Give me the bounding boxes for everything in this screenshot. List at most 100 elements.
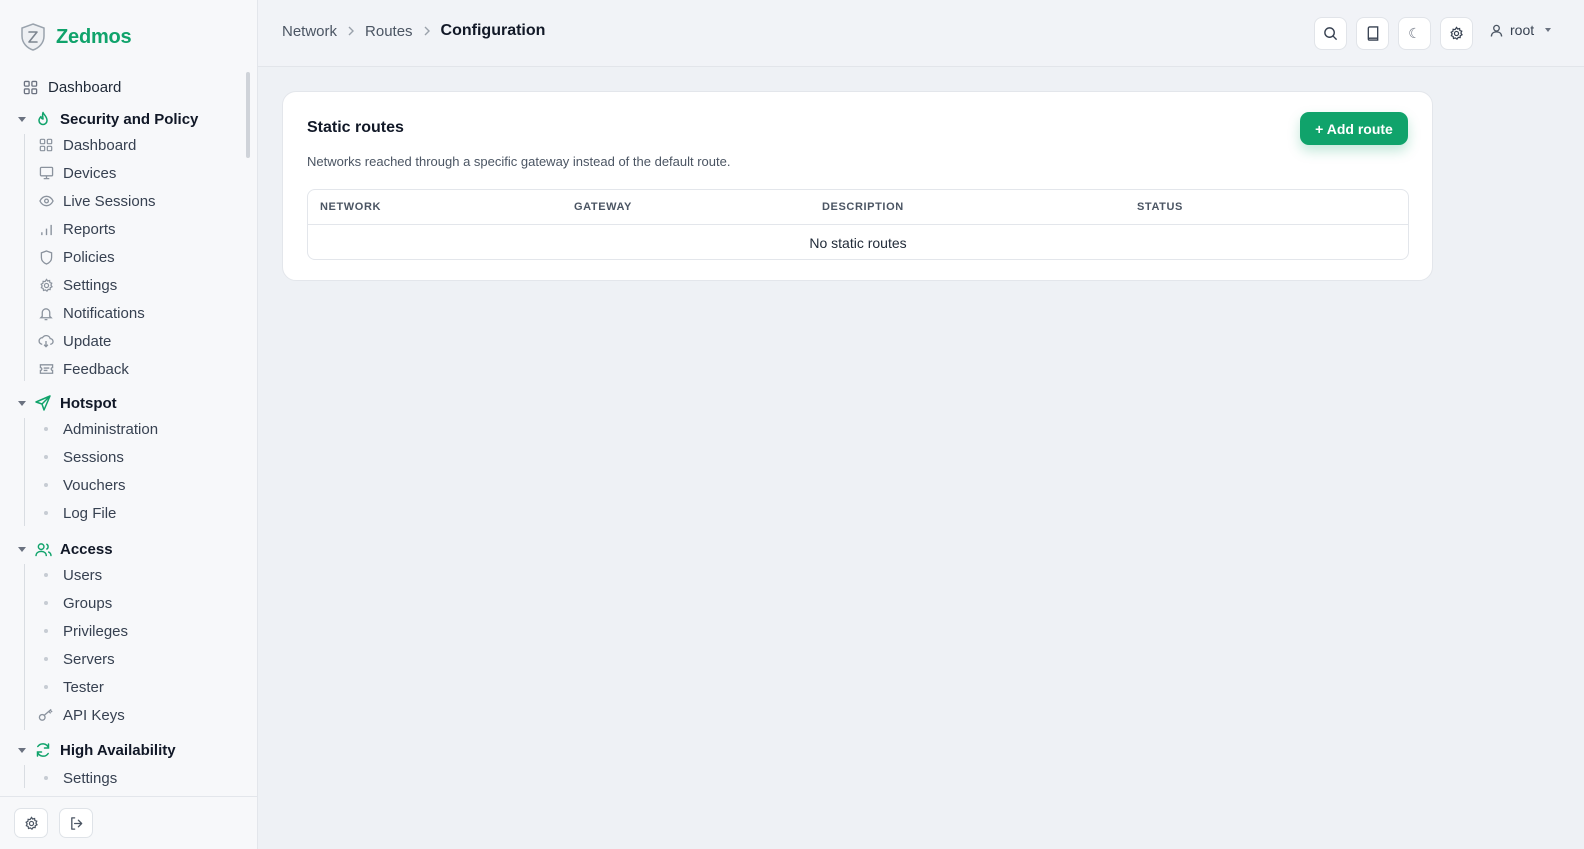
- group-line: [24, 134, 25, 381]
- search-button[interactable]: [1314, 17, 1347, 50]
- book-icon: [1367, 26, 1378, 41]
- sidebar-item-policies[interactable]: Policies: [38, 244, 238, 270]
- sidebar-item-label: Sessions: [63, 448, 124, 466]
- section-hotspot[interactable]: Hotspot: [14, 389, 244, 417]
- docs-button[interactable]: [1356, 17, 1389, 50]
- user-icon: [1490, 24, 1503, 37]
- sidebar-item-label: Settings: [63, 769, 118, 787]
- brand[interactable]: Zedmos: [20, 22, 132, 52]
- cloud-download-icon: [38, 333, 54, 349]
- logout-button[interactable]: [59, 808, 93, 838]
- sidebar-item-label: Users: [63, 566, 103, 584]
- bullet-icon: [38, 685, 54, 689]
- sidebar: Zedmos Dashboard Security and Policy Das…: [0, 0, 258, 849]
- group-line: [24, 765, 25, 788]
- sidebar-item-administration[interactable]: Administration: [38, 416, 238, 442]
- table-header: NETWORK GATEWAY DESCRIPTION STATUS: [308, 190, 1408, 225]
- ticket-icon: [38, 361, 54, 377]
- sidebar-item-label: Privileges: [63, 622, 129, 640]
- sidebar-item-sessions[interactable]: Sessions: [38, 444, 238, 470]
- sidebar-item-label: Notifications: [63, 304, 145, 322]
- users-icon: [34, 540, 52, 558]
- send-icon: [34, 394, 52, 412]
- sidebar-item-log-file[interactable]: Log File: [38, 500, 238, 526]
- sidebar-item-servers[interactable]: Servers: [38, 646, 238, 672]
- section-security-and-policy[interactable]: Security and Policy: [14, 105, 244, 133]
- column-header-gateway[interactable]: GATEWAY: [574, 201, 632, 213]
- moon-icon: ☾: [1408, 25, 1421, 41]
- sidebar-item-vouchers[interactable]: Vouchers: [38, 472, 238, 498]
- section-high-availability[interactable]: High Availability: [14, 736, 244, 764]
- sidebar-item-update[interactable]: Update: [38, 328, 238, 354]
- chevron-down-icon: [18, 400, 26, 406]
- gear-icon: [1450, 26, 1463, 40]
- sidebar-item-ha-settings[interactable]: Settings: [38, 765, 238, 788]
- header-settings-button[interactable]: [1440, 17, 1473, 50]
- bullet-icon: [38, 629, 54, 633]
- add-route-button[interactable]: + Add route: [1300, 112, 1408, 145]
- user-menu[interactable]: root: [1490, 22, 1552, 38]
- sidebar-item-tester[interactable]: Tester: [38, 674, 238, 700]
- page-title: Configuration: [440, 22, 546, 39]
- sidebar-item-label: Policies: [63, 248, 115, 266]
- chevron-down-icon: [18, 747, 26, 753]
- section-title: Security and Policy: [60, 110, 199, 128]
- settings-button[interactable]: [14, 808, 48, 838]
- sidebar-item-users[interactable]: Users: [38, 562, 238, 588]
- bullet-icon: [38, 776, 54, 780]
- key-icon: [38, 707, 54, 723]
- sidebar-item-label: Dashboard: [48, 78, 122, 96]
- sidebar-item-reports[interactable]: Reports: [38, 216, 238, 242]
- sidebar-item-label: Update: [63, 332, 112, 350]
- card-description: Networks reached through a specific gate…: [307, 154, 731, 169]
- section-access[interactable]: Access: [14, 535, 244, 563]
- breadcrumb: Network Routes Configuration: [282, 22, 545, 40]
- sidebar-item-feedback[interactable]: Feedback: [38, 356, 238, 382]
- user-name: root: [1510, 22, 1535, 38]
- bullet-icon: [38, 427, 54, 431]
- shield-icon: [38, 249, 54, 265]
- static-routes-card: Static routes Networks reached through a…: [282, 91, 1433, 281]
- sidebar-item-api-keys[interactable]: API Keys: [38, 702, 238, 728]
- column-header-network[interactable]: NETWORK: [320, 201, 381, 213]
- eye-icon: [38, 193, 54, 209]
- sidebar-item-label: Reports: [63, 220, 116, 238]
- sidebar-item-label: Vouchers: [63, 476, 126, 494]
- section-title: Hotspot: [60, 394, 117, 412]
- chevron-down-icon: [18, 116, 26, 122]
- flame-icon: [34, 110, 52, 128]
- chevron-down-icon: [1545, 28, 1552, 32]
- chevron-right-icon: [347, 24, 355, 39]
- column-header-status[interactable]: STATUS: [1137, 201, 1183, 213]
- chevron-down-icon: [18, 546, 26, 552]
- search-icon: [1324, 27, 1338, 41]
- refresh-icon: [34, 741, 52, 759]
- bullet-icon: [38, 601, 54, 605]
- sidebar-item-groups[interactable]: Groups: [38, 590, 238, 616]
- grid-icon: [38, 137, 54, 153]
- theme-toggle-button[interactable]: ☾: [1398, 17, 1431, 50]
- breadcrumb-routes[interactable]: Routes: [365, 23, 413, 40]
- routes-table: NETWORK GATEWAY DESCRIPTION STATUS No st…: [307, 189, 1409, 260]
- sidebar-item-label: API Keys: [63, 706, 125, 724]
- sidebar-item-privileges[interactable]: Privileges: [38, 618, 238, 644]
- bullet-icon: [38, 511, 54, 515]
- sidebar-item-settings[interactable]: Settings: [38, 272, 238, 298]
- sidebar-item-sp-dashboard[interactable]: Dashboard: [38, 132, 238, 158]
- column-header-description[interactable]: DESCRIPTION: [822, 201, 904, 213]
- sidebar-item-label: Administration: [63, 420, 159, 438]
- sidebar-item-dashboard[interactable]: Dashboard: [12, 72, 242, 102]
- bullet-icon: [38, 573, 54, 577]
- sidebar-item-notifications[interactable]: Notifications: [38, 300, 238, 326]
- group-line: [24, 564, 25, 730]
- bell-icon: [38, 305, 54, 321]
- logout-icon: [70, 816, 82, 830]
- sidebar-item-devices[interactable]: Devices: [38, 160, 238, 186]
- sidebar-item-label: Groups: [63, 594, 113, 612]
- sidebar-item-label: Live Sessions: [63, 192, 156, 210]
- sidebar-item-live-sessions[interactable]: Live Sessions: [38, 188, 238, 214]
- chevron-right-icon: [423, 24, 431, 39]
- monitor-icon: [38, 165, 54, 181]
- bar-chart-icon: [38, 221, 54, 237]
- breadcrumb-network[interactable]: Network: [282, 23, 337, 40]
